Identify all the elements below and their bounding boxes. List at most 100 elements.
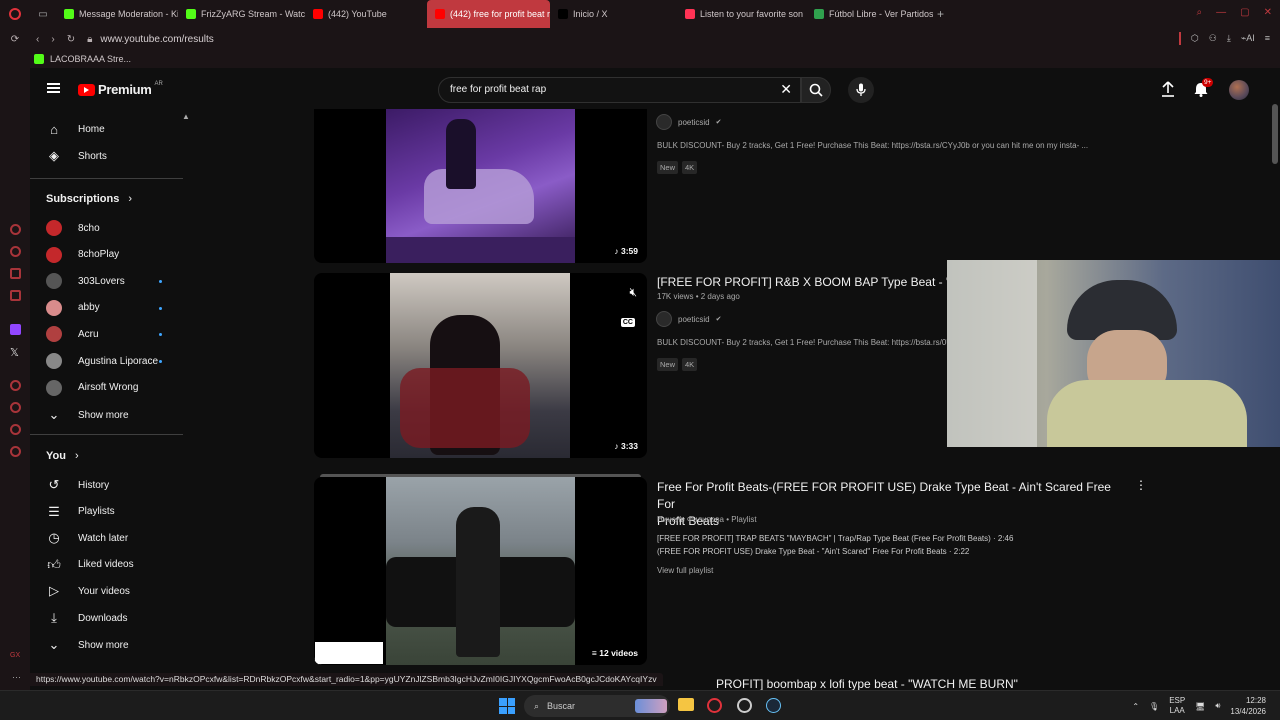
profile-icon[interactable]: ⚇ xyxy=(1209,33,1217,45)
sidebar-item-liked-videos[interactable]: 👍︎ Liked videos xyxy=(46,556,133,574)
channel-avatar xyxy=(46,379,62,396)
steam-icon[interactable] xyxy=(766,698,781,713)
instagram-icon[interactable] xyxy=(10,268,21,279)
menu-icon[interactable]: ≡ xyxy=(1265,33,1270,45)
player-icon[interactable] xyxy=(10,380,21,391)
clear-search-icon[interactable]: ✕ xyxy=(780,81,792,98)
url-field[interactable]: www.youtube.com/results xyxy=(100,34,213,45)
channel-name[interactable]: Нинель Филипова xyxy=(657,515,724,524)
search-box[interactable]: free for profit beat rap ✕ xyxy=(438,77,801,103)
browser-tab[interactable]: (442) free for profit beat r xyxy=(427,0,550,28)
start-icon[interactable] xyxy=(499,698,515,714)
sidebar-item-shorts[interactable]: ◈ Shorts xyxy=(46,147,107,165)
video-thumbnail[interactable]: 🔇︎ CC ♪ 3:33 xyxy=(314,273,647,458)
captions-icon[interactable]: CC xyxy=(620,318,635,327)
sidebar-item-subscription[interactable]: Airsoft Wrong xyxy=(46,379,138,397)
history-side-icon[interactable] xyxy=(10,402,21,413)
sidebar-item-home[interactable]: ⌂ Home xyxy=(46,120,105,138)
mute-icon[interactable]: 🔇︎ xyxy=(629,285,637,300)
sidebar-item-subscription[interactable]: Acru xyxy=(46,325,99,343)
view-full-playlist-link[interactable]: View full playlist xyxy=(657,566,713,575)
sidebar-item-watch-later[interactable]: ◷ Watch later xyxy=(46,529,128,547)
tab-overview-icon[interactable]: ▭ xyxy=(30,0,56,28)
download-icon[interactable]: ⤓ xyxy=(1227,33,1231,45)
channel-row[interactable]: poeticsid ✔︎ xyxy=(656,114,721,130)
account-avatar[interactable] xyxy=(1229,80,1249,100)
browser-tab[interactable]: (442) YouTube xyxy=(305,0,427,28)
messenger-icon[interactable] xyxy=(10,224,21,235)
voice-search-button[interactable] xyxy=(848,77,874,103)
gx-icon[interactable]: GX xyxy=(10,652,20,659)
settings-side-icon[interactable] xyxy=(10,446,21,457)
hamburger-icon[interactable] xyxy=(47,83,60,93)
show-more-button[interactable]: ⌄ Show more xyxy=(46,406,129,424)
show-more-button[interactable]: ⌄ Show more xyxy=(46,636,129,654)
playlist-item[interactable]: (FREE FOR PROFIT USE) Drake Type Beat - … xyxy=(657,547,969,556)
pinboard-icon[interactable] xyxy=(10,424,21,435)
network-icon[interactable]: 🖥︎ xyxy=(1195,702,1205,711)
browser-tab[interactable]: Fútbol Libre - Ver Partidos xyxy=(806,0,933,28)
maximize-icon[interactable]: ▢ xyxy=(1240,7,1249,18)
you-heading[interactable]: You › xyxy=(46,450,79,462)
forward-icon[interactable]: › xyxy=(51,34,54,45)
search-input[interactable]: free for profit beat rap xyxy=(450,84,546,95)
aria-icon[interactable]: ⌁AI xyxy=(1241,33,1255,45)
mic-tray-icon[interactable]: 🎙︎ xyxy=(1149,702,1159,711)
whatsapp-icon[interactable] xyxy=(10,246,21,257)
clock[interactable]: 12:28 13/4/2026 xyxy=(1230,695,1266,717)
tray-expand-icon[interactable]: ⌃ xyxy=(1132,702,1139,711)
playlist-item[interactable]: [FREE FOR PROFIT] TRAP BEATS "MAYBACH" |… xyxy=(657,534,1013,543)
sidebar-item-subscription[interactable]: 8cho xyxy=(46,219,100,237)
video-title[interactable]: PROFIT] boombap x lofi type beat - "WATC… xyxy=(716,677,1018,690)
language-indicator[interactable]: ESP LAA xyxy=(1169,696,1185,716)
playlist-thumbnail[interactable]: ≡ 12 videos xyxy=(314,477,647,665)
browser-tab[interactable]: Listen to your favorite son xyxy=(677,0,806,28)
sidebar-item-downloads[interactable]: ⤓ Downloads xyxy=(46,609,127,627)
opera-gx-taskbar-icon[interactable] xyxy=(707,698,722,713)
mail-icon[interactable] xyxy=(10,290,21,301)
subscriptions-heading[interactable]: Subscriptions › xyxy=(46,193,132,205)
taskbar-search[interactable]: ⌕ Buscar xyxy=(524,695,670,717)
more-side-icon[interactable]: ··· xyxy=(12,672,21,682)
more-actions-icon[interactable]: ⋮ xyxy=(1135,478,1147,492)
channel-row[interactable]: poeticsid ✔︎ xyxy=(656,311,721,327)
minimize-icon[interactable]: — xyxy=(1216,7,1226,18)
tab-favicon xyxy=(814,9,824,19)
close-window-icon[interactable]: ✕ xyxy=(1264,7,1272,18)
sidebar-item-label: Downloads xyxy=(78,612,128,624)
sidebar-item-subscription[interactable]: 8choPlay xyxy=(46,246,119,264)
sidebar-item-subscription[interactable]: Agustina Liporace xyxy=(46,352,158,370)
volume-icon[interactable]: 🔊︎ xyxy=(1215,701,1220,711)
channel-avatar xyxy=(656,311,672,327)
reload-icon[interactable]: ↻ xyxy=(67,34,75,45)
sidebar-item-subscription[interactable]: 303Lovers xyxy=(46,272,125,290)
extensions-icon[interactable]: ⬡ xyxy=(1191,33,1199,45)
app-taskbar-icon[interactable] xyxy=(737,698,752,713)
sidebar-item-playlists[interactable]: ☰ Playlists xyxy=(46,503,115,521)
video-thumbnail[interactable]: ♪ 3:59 xyxy=(314,109,647,263)
browser-tab[interactable]: FrizZyARG Stream - Watc xyxy=(178,0,305,28)
sidebar-item-your-videos[interactable]: ▷ Your videos xyxy=(46,582,130,600)
scrollbar-thumb[interactable] xyxy=(1272,104,1278,164)
twitch-icon[interactable] xyxy=(10,324,21,335)
search-button[interactable] xyxy=(801,77,831,103)
notifications-button[interactable]: 9+ xyxy=(1194,78,1214,102)
sidebar-item-history[interactable]: ↺ History xyxy=(46,476,110,494)
browser-tab[interactable]: Message Moderation - Ki xyxy=(56,0,178,28)
browser-tab[interactable]: Inicio / X xyxy=(550,0,677,28)
x-icon[interactable]: 𝕏 xyxy=(10,346,19,359)
sidebar-scroll-up-icon[interactable]: ▲ xyxy=(182,112,190,121)
channel-name[interactable]: poeticsid xyxy=(678,118,710,127)
file-explorer-icon[interactable] xyxy=(678,698,694,711)
opera-menu-icon[interactable] xyxy=(0,0,30,28)
sidebar-item-subscription[interactable]: abby xyxy=(46,299,100,317)
yt-logo[interactable]: Premium AR xyxy=(78,81,163,97)
search-tabs-icon[interactable]: ⌕ xyxy=(1197,7,1203,18)
back-icon[interactable]: ‹ xyxy=(36,34,39,45)
upload-icon[interactable] xyxy=(1161,81,1175,102)
reload-side-icon[interactable]: ⟳ xyxy=(0,34,30,45)
bookmark-item[interactable]: LACOBRAAA Stre... xyxy=(50,54,131,64)
video-title[interactable]: [FREE FOR PROFIT] R&B X BOOM BAP Type Be… xyxy=(657,275,974,289)
channel-name[interactable]: poeticsid xyxy=(678,315,710,324)
new-tab-icon[interactable]: + xyxy=(937,7,944,21)
